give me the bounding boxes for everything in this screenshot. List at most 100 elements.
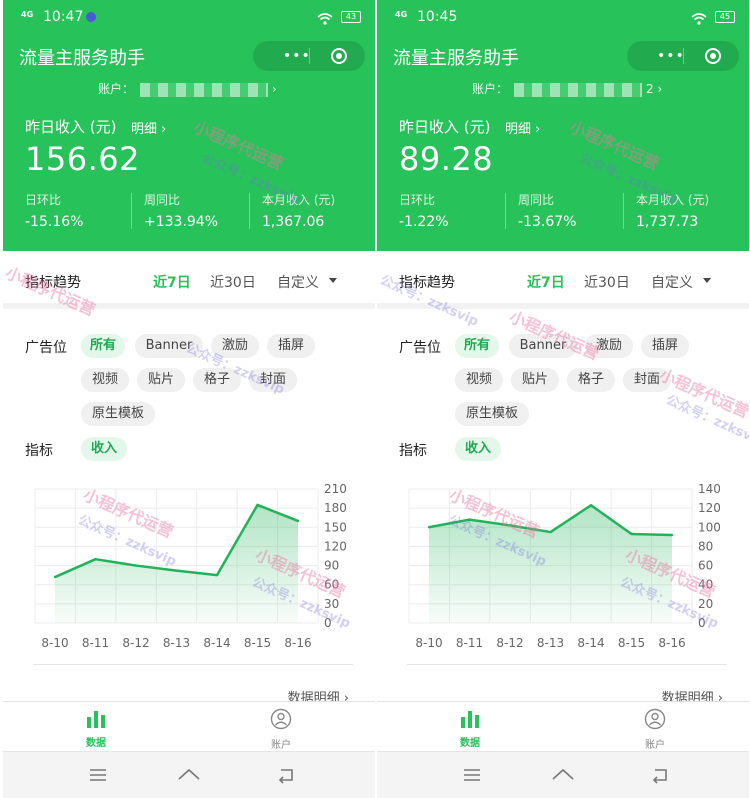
chip-interstitial[interactable]: 插屏: [267, 334, 315, 358]
data-point: [549, 530, 552, 534]
account-chevron-icon: ›: [272, 82, 277, 96]
tab-account[interactable]: 账户: [251, 708, 311, 751]
stat-value: -15.16%: [25, 214, 84, 230]
x-tick-label: 8-13: [537, 636, 564, 650]
person-icon: [270, 708, 292, 730]
trend-header: 指标趋势 近7日 近30日 自定义: [377, 251, 749, 309]
back-icon[interactable]: [647, 764, 673, 786]
chip-native-template[interactable]: 原生模板: [455, 402, 529, 426]
miniprogram-capsule: •••: [627, 41, 739, 71]
chip-all[interactable]: 所有: [455, 334, 499, 358]
more-icon[interactable]: •••: [283, 49, 311, 63]
trend-title: 指标趋势: [399, 275, 455, 291]
data-point: [175, 569, 178, 572]
x-tick-label: 8-13: [163, 636, 190, 650]
menu-icon[interactable]: [85, 764, 111, 786]
chevron-down-icon[interactable]: [703, 278, 711, 283]
account-selector[interactable]: 账户： 2 ›: [472, 80, 662, 97]
income-detail-link[interactable]: 明细 ›: [505, 118, 540, 137]
series-area: [429, 505, 672, 623]
chip-preroll[interactable]: 贴片: [511, 368, 559, 392]
tab-data[interactable]: 数据: [440, 708, 500, 750]
chip-cover[interactable]: 封面: [623, 368, 671, 392]
trend-section: 指标趋势 近7日 近30日 自定义 广告位 所有 Banner 激励 插屏 视频…: [3, 251, 375, 706]
y-tick-label: 90: [324, 559, 339, 573]
x-tick-label: 8-12: [122, 636, 149, 650]
home-icon[interactable]: [550, 764, 576, 786]
menu-icon[interactable]: [459, 764, 485, 786]
range-tab-30d[interactable]: 近30日: [210, 272, 256, 292]
x-tick-label: 8-16: [658, 636, 685, 650]
chip-video[interactable]: 视频: [455, 368, 503, 392]
data-point: [94, 557, 97, 561]
stat-label: 本月收入 (元): [262, 193, 336, 207]
status-bar: 4G 10:47 43: [3, 0, 375, 34]
chip-income[interactable]: 收入: [81, 437, 127, 461]
chip-native-template[interactable]: 原生模板: [81, 402, 155, 426]
account-selector[interactable]: 账户： ›: [98, 80, 277, 97]
chip-income[interactable]: 收入: [455, 437, 501, 461]
stat-value: +133.94%: [144, 214, 219, 230]
tab-account-label: 账户: [271, 740, 291, 751]
stat-label: 日环比: [399, 193, 436, 207]
data-point: [589, 504, 593, 507]
account-label: 账户：: [98, 82, 135, 96]
range-tab-7d[interactable]: 近7日: [153, 272, 191, 292]
stat-value: 1,367.06: [262, 214, 325, 230]
system-nav-bar: [377, 751, 749, 798]
range-tab-custom[interactable]: 自定义: [651, 272, 693, 292]
yesterday-income-value: 156.62: [25, 140, 140, 178]
close-target-icon[interactable]: [705, 48, 721, 64]
stat-label: 周同比: [518, 193, 555, 207]
home-icon[interactable]: [176, 764, 202, 786]
chip-cover[interactable]: 封面: [249, 368, 297, 392]
bar-chart-icon: [461, 711, 479, 728]
tab-data[interactable]: 数据: [66, 708, 126, 750]
range-tab-custom[interactable]: 自定义: [277, 272, 319, 292]
chip-preroll[interactable]: 贴片: [137, 368, 185, 392]
x-tick-label: 8-12: [496, 636, 523, 650]
x-tick-label: 8-15: [618, 636, 645, 650]
stat-day-over-day: 日环比 -1.22%: [399, 191, 509, 230]
chip-grid[interactable]: 格子: [193, 368, 241, 392]
metric-label: 指标: [399, 443, 427, 459]
y-tick-label: 60: [698, 559, 713, 573]
bar-chart-icon: [87, 711, 105, 728]
page-title: 流量主服务助手: [393, 48, 519, 69]
trend-header: 指标趋势 近7日 近30日 自定义: [3, 251, 375, 309]
miniprogram-capsule: •••: [253, 41, 365, 71]
chip-banner[interactable]: Banner: [135, 334, 203, 358]
chip-all[interactable]: 所有: [81, 334, 125, 358]
chip-rewarded[interactable]: 激励: [211, 334, 259, 358]
account-label: 账户：: [472, 82, 509, 96]
back-icon[interactable]: [273, 764, 299, 786]
more-icon[interactable]: •••: [657, 49, 685, 63]
income-trend-chart-svg: 140 120 100 80 60 40 20 0 8-10 8-11 8-12 8-13 8-14 8-…: [408, 482, 721, 650]
status-bar: 4G 10:45 45: [377, 0, 749, 34]
divider: [407, 664, 727, 665]
account-suffix: 2 ›: [646, 82, 663, 96]
ad-position-label: 广告位: [25, 340, 67, 356]
data-point: [296, 519, 300, 523]
chip-grid[interactable]: 格子: [567, 368, 615, 392]
x-tick-label: 8-11: [82, 636, 109, 650]
range-tab-30d[interactable]: 近30日: [584, 272, 630, 292]
chip-video[interactable]: 视频: [81, 368, 129, 392]
stat-week-over-week: 周同比 -13.67%: [518, 191, 628, 230]
stat-label: 周同比: [144, 193, 181, 207]
status-time: 10:45: [417, 9, 458, 25]
chip-rewarded[interactable]: 激励: [585, 334, 633, 358]
income-trend-chart: 210 180 150 120 90 60 30 0 8-10 8-11 8-12 8-13 8-14 8…: [3, 481, 375, 657]
close-target-icon[interactable]: [331, 48, 347, 64]
chip-banner[interactable]: Banner: [509, 334, 577, 358]
chip-interstitial[interactable]: 插屏: [641, 334, 689, 358]
notification-badge-icon: [86, 12, 96, 22]
y-tick-label: 180: [324, 501, 347, 515]
chevron-down-icon[interactable]: [329, 278, 337, 283]
y-tick-label: 0: [324, 616, 332, 630]
tab-account[interactable]: 账户: [625, 708, 685, 751]
ad-position-label: 广告位: [399, 340, 441, 356]
range-tab-7d[interactable]: 近7日: [527, 272, 565, 292]
income-detail-link[interactable]: 明细 ›: [131, 118, 166, 137]
metric-label: 指标: [25, 443, 53, 459]
